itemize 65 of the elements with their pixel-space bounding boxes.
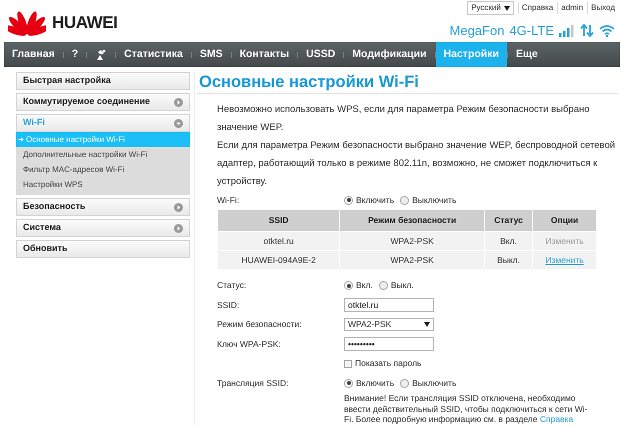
header-link[interactable]: Выход <box>587 2 615 14</box>
info-text: Невозможно использовать WPS, если для параметра Режим безопасности выбрано значение WEP. <box>217 103 591 135</box>
radio-label: Включить <box>356 194 394 206</box>
nav-tab[interactable]: Контакты <box>232 42 298 67</box>
header-link[interactable]: Справка <box>518 2 554 14</box>
submenu-item[interactable]: Фильтр MAC-адресов Wi-Fi <box>16 162 190 177</box>
dropdown-arrow-icon <box>424 322 430 328</box>
radio-label: Выключить <box>412 376 456 390</box>
checkbox[interactable] <box>344 360 352 368</box>
submenu-item[interactable]: Дополнительные настройки Wi-Fi <box>16 147 190 162</box>
field-label: Статус: <box>217 280 246 290</box>
nav-tab[interactable]: Главная <box>4 42 63 67</box>
info-text: Если для параметра Режим безопасности выбрано значение WEP, беспроводной сетевой адаптер, работающий только в режиме 802.11n, возможно, не сможет подключиться к устройству. <box>217 139 616 189</box>
ssid-input[interactable]: otktel.ru <box>344 298 434 312</box>
submenu-item[interactable]: Настройки WPS <box>16 177 190 192</box>
radio-button[interactable] <box>344 196 353 204</box>
chevron-right-icon <box>174 98 183 106</box>
radio-label: Включить <box>356 376 394 390</box>
radio-label: Выключить <box>412 194 456 206</box>
field-label: Трансляция SSID: <box>217 378 288 388</box>
operator-name: MegaFon <box>450 22 504 40</box>
column-header: Режим безопасности <box>340 210 484 232</box>
table-cell: WPA2-PSK <box>340 250 484 270</box>
chevron-down-icon <box>174 118 183 128</box>
wifi-icon <box>599 24 615 37</box>
nav-tab[interactable]: ? <box>64 42 86 67</box>
field-label: Wi-Fi: <box>217 194 240 206</box>
table-cell: HUAWEI-094A9E-2 <box>218 250 340 270</box>
chevron-right-icon <box>174 202 183 212</box>
sidebar-item[interactable]: Быстрая настройка <box>16 72 190 90</box>
radio-button[interactable] <box>400 378 410 388</box>
security-mode-dropdown[interactable]: WPA2-PSK <box>344 318 434 332</box>
data-transfer-icon <box>580 24 594 38</box>
sidebar-item[interactable]: Безопасность <box>16 198 190 216</box>
radio-button[interactable] <box>344 378 353 388</box>
password-input[interactable]: ••••••••• <box>344 337 434 352</box>
sidebar-item[interactable]: Обновить <box>16 240 190 258</box>
page-title: Основные настройки Wi-Fi <box>199 72 420 92</box>
nav-tab[interactable]: SMS <box>192 42 231 67</box>
radio-button[interactable] <box>400 196 410 204</box>
language-dropdown[interactable]: Русский <box>467 1 514 15</box>
table-cell: Выкл. <box>484 250 533 270</box>
dropdown-arrow-icon <box>504 6 510 10</box>
field-label: SSID: <box>217 300 240 310</box>
header-link[interactable]: admin <box>557 2 584 14</box>
nav-tab[interactable]: Еще <box>508 42 546 67</box>
radio-label: Вкл. <box>356 279 373 292</box>
checkbox-label: Показать пароль <box>355 357 422 370</box>
radio-button[interactable] <box>344 281 353 290</box>
chevron-right-icon <box>174 224 183 232</box>
radio-label: Выкл. <box>390 279 414 292</box>
nav-tab[interactable]: Статистика <box>116 42 191 67</box>
network-type: 4G-LTE <box>509 22 554 40</box>
logo-text: HUAWEI <box>52 12 118 34</box>
signal-icon <box>559 24 575 37</box>
column-header: SSID <box>218 210 340 232</box>
nav-tab[interactable]: Модификации <box>344 42 435 67</box>
sidebar-item[interactable]: Система <box>16 219 190 237</box>
radio-button[interactable] <box>378 281 388 290</box>
field-label: Режим безопасности: <box>217 319 302 330</box>
field-label: Ключ WPA-PSK: <box>217 338 281 349</box>
arrow-right-icon <box>18 137 24 142</box>
nav-tab[interactable]: USSD <box>298 42 344 67</box>
sidebar-item[interactable]: Коммутируемое соединение <box>16 93 190 111</box>
warning-text: Внимание! Если трансляция SSID отключена, необходимо ввести действительный SSID, чтобы подключиться к сети Wi-Fi. Более подробную информацию см. в разделе Справка <box>344 393 588 424</box>
